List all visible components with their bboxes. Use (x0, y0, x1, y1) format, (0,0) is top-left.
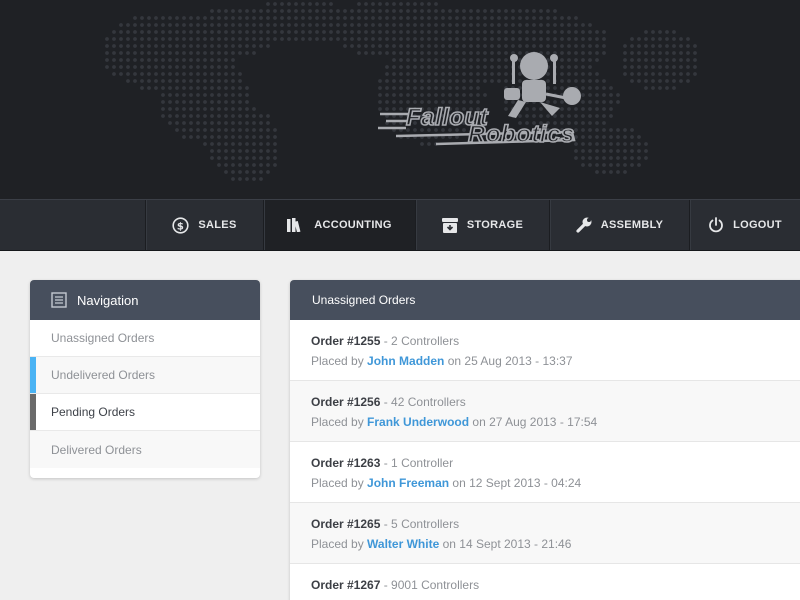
order-id: Order #1263 (311, 456, 381, 470)
orders-panel: Unassigned Orders Order #1255 - 2 Contro… (290, 280, 800, 600)
svg-text:$: $ (177, 221, 184, 232)
placed-by-prefix: Placed by (311, 354, 364, 368)
sidebar-title: Navigation (77, 292, 139, 308)
nav-sales-label: SALES (198, 219, 237, 231)
placed-by-prefix: Placed by (311, 476, 364, 490)
sidebar-item-undelivered-orders[interactable]: Undelivered Orders (30, 357, 260, 394)
wrench-icon (576, 217, 592, 233)
orders-panel-header: Unassigned Orders (290, 280, 800, 320)
main-navigation-bar: $ SALES ACCOUNTING STORAGE ASSEMBLY LOGO… (0, 199, 800, 251)
power-icon (709, 217, 723, 233)
sidebar-item-label: Pending Orders (51, 405, 136, 419)
order-id: Order #1265 (311, 517, 381, 531)
order-summary: Order #1255 - 2 Controllers (311, 334, 800, 348)
nav-assembly[interactable]: ASSEMBLY (549, 200, 689, 250)
nav-storage[interactable]: STORAGE (415, 200, 549, 250)
header-banner: Fallout Robotics (0, 0, 800, 199)
order-row[interactable]: Order #1263 - 1 Controller Placed by Joh… (290, 442, 800, 503)
customer-link[interactable]: Walter White (367, 537, 439, 551)
order-summary: Order #1256 - 42 Controllers (311, 395, 800, 409)
sidebar-item-label: Delivered Orders (51, 442, 142, 457)
order-quantity: - 9001 Controllers (380, 578, 480, 592)
customer-link[interactable]: John Freeman (367, 476, 449, 490)
sidebar-item-label: Undelivered Orders (51, 368, 156, 382)
order-summary: Order #1263 - 1 Controller (311, 456, 800, 470)
order-placed-by: Placed by Walter White on 14 Sept 2013 -… (311, 537, 800, 551)
sidebar-item-label: Unassigned Orders (51, 331, 155, 345)
sidebar-item-pending-orders[interactable]: Pending Orders (30, 394, 260, 431)
order-quantity: - 5 Controllers (380, 517, 460, 531)
order-id: Order #1255 (311, 334, 381, 348)
order-date: on 25 Aug 2013 - 13:37 (444, 354, 573, 368)
orders-panel-title: Unassigned Orders (312, 293, 416, 307)
customer-link[interactable]: John Madden (367, 354, 444, 368)
order-row[interactable]: Order #1265 - 5 Controllers Placed by Wa… (290, 503, 800, 564)
sidebar-item-marker (30, 394, 36, 430)
sidebar-header: Navigation (30, 280, 260, 320)
order-row[interactable]: Order #1256 - 42 Controllers Placed by F… (290, 381, 800, 442)
sidebar-item-delivered-orders[interactable]: Delivered Orders (30, 431, 260, 468)
order-summary: Order #1267 - 9001 Controllers (311, 578, 800, 592)
order-date: on 27 Aug 2013 - 17:54 (469, 415, 598, 429)
placed-by-prefix: Placed by (311, 415, 364, 429)
customer-link[interactable]: Frank Underwood (367, 415, 469, 429)
order-summary: Order #1265 - 5 Controllers (311, 517, 800, 531)
order-quantity: - 1 Controller (380, 456, 454, 470)
books-icon (287, 218, 301, 232)
nav-logout[interactable]: LOGOUT (689, 200, 800, 250)
order-quantity: - 2 Controllers (380, 334, 460, 348)
sidebar-navigation-panel: Navigation Unassigned Orders Undelivered… (30, 280, 260, 478)
order-id: Order #1267 (311, 578, 381, 592)
order-placed-by: Placed by Frank Underwood on 27 Aug 2013… (311, 415, 800, 429)
nav-assembly-label: ASSEMBLY (600, 219, 664, 231)
order-id: Order #1256 (311, 395, 381, 409)
archive-box-icon (441, 217, 458, 233)
list-document-icon (51, 292, 67, 308)
order-quantity: - 42 Controllers (380, 395, 466, 409)
nav-logout-label: LOGOUT (733, 219, 782, 231)
order-placed-by: Placed by John Madden on 25 Aug 2013 - 1… (311, 354, 800, 368)
brand-logo[interactable]: Fallout Robotics (376, 44, 586, 156)
order-row[interactable]: Order #1267 - 9001 Controllers (290, 564, 800, 600)
sidebar-item-unassigned-orders[interactable]: Unassigned Orders (30, 320, 260, 357)
order-row[interactable]: Order #1255 - 2 Controllers Placed by Jo… (290, 320, 800, 381)
nav-sales[interactable]: $ SALES (145, 200, 263, 250)
nav-accounting-label: ACCOUNTING (314, 219, 392, 231)
sidebar-item-marker (30, 357, 36, 393)
dollar-circle-icon: $ (172, 216, 190, 234)
order-date: on 12 Sept 2013 - 04:24 (449, 476, 582, 490)
nav-accounting[interactable]: ACCOUNTING (263, 200, 415, 250)
order-placed-by: Placed by John Freeman on 12 Sept 2013 -… (311, 476, 800, 490)
placed-by-prefix: Placed by (311, 537, 364, 551)
brand-word-2: Robotics (467, 120, 575, 149)
nav-storage-label: STORAGE (466, 219, 524, 231)
order-date: on 14 Sept 2013 - 21:46 (439, 537, 572, 551)
